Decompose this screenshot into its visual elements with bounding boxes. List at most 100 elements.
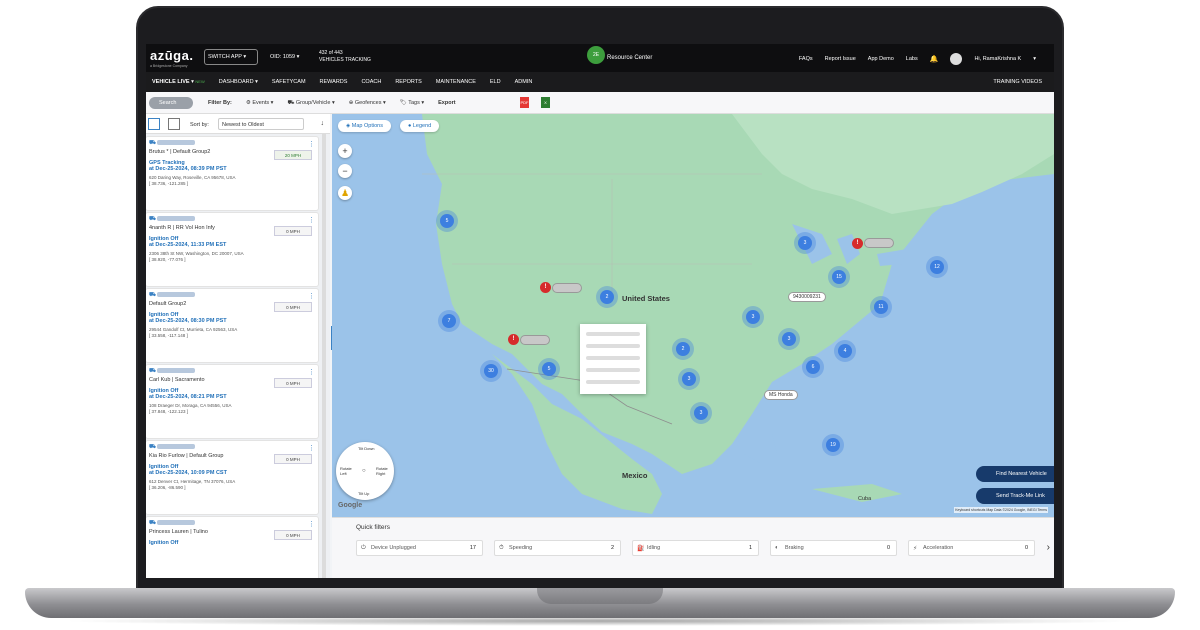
vehicle-name[interactable]: ⛟ — [149, 292, 315, 299]
quick-filter-item[interactable]: ⏻ Device Unplugged 17 — [356, 540, 483, 556]
vehicle-cluster[interactable]: 5 — [440, 214, 454, 228]
nav-admin[interactable]: ADMIN — [515, 79, 533, 85]
vehicle-cluster[interactable]: 4 — [838, 344, 852, 358]
filter-events[interactable]: ⚙ Events ▾ — [246, 100, 274, 107]
vehicle-card[interactable]: ⛟ Kia Rio Furlow | Default Group Ignition… — [146, 441, 318, 514]
vehicle-name[interactable]: ⛟ — [149, 368, 315, 375]
vehicle-card[interactable]: ⛟ Princess Lauren | Tulino Ignition Off 0 … — [146, 517, 318, 578]
notification-bell-icon[interactable]: 🔔 — [930, 55, 939, 63]
vehicle-card[interactable]: ⛟ Default Group2 Ignition Off at Dec-25-20… — [146, 289, 318, 362]
labs-link[interactable]: Labs — [906, 56, 918, 62]
vehicle-card[interactable]: ⛟ 4nanth R | RR Vol Hon Infy Ignition Off… — [146, 213, 318, 286]
export-excel-icon[interactable]: X — [541, 97, 550, 108]
nav-maintenance[interactable]: MAINTENANCE — [436, 79, 476, 85]
more-options-icon[interactable]: ⋮ — [308, 140, 315, 148]
compass-top-label[interactable]: Tilt Down — [358, 446, 375, 451]
vehicle-cluster[interactable]: 12 — [930, 260, 944, 274]
vehicle-name-blurred — [157, 368, 196, 374]
quick-filter-item[interactable]: ⛽ Idling 1 — [632, 540, 759, 556]
vehicle-tag-blurred[interactable] — [864, 238, 894, 248]
more-options-icon[interactable]: ⋮ — [308, 444, 315, 452]
vehicle-name[interactable]: ⛟ — [149, 444, 315, 451]
vehicle-cluster[interactable]: 6 — [806, 360, 820, 374]
quick-filter-item[interactable]: ⏱ Speeding 2 — [494, 540, 621, 556]
send-track-me-link-button[interactable]: Send Track-Me Link — [976, 488, 1054, 504]
vehicle-name[interactable]: ⛟ — [149, 520, 315, 527]
vehicle-cluster[interactable]: 3 — [682, 372, 696, 386]
vehicle-cluster[interactable]: 30 — [484, 364, 498, 378]
search-button[interactable]: Search — [149, 97, 193, 109]
list-view-icon[interactable] — [148, 118, 160, 130]
nav-eld[interactable]: ELD — [490, 79, 501, 85]
more-options-icon[interactable]: ⋮ — [308, 520, 315, 528]
filter-tags[interactable]: 🏷 Tags ▾ — [400, 100, 424, 107]
vehicle-tag[interactable]: MS Honda — [764, 390, 798, 400]
avatar[interactable] — [950, 53, 963, 65]
street-view-icon[interactable]: ♟ — [338, 186, 352, 200]
map-attribution[interactable]: Keyboard shortcuts Map Data ©2024 Google… — [954, 507, 1048, 513]
nav-vehicle-live[interactable]: VEHICLE LIVE ▾ NEW — [152, 79, 205, 85]
faqs-link[interactable]: FAQs — [799, 56, 813, 62]
user-greeting[interactable]: Hi, RamaKrishna K — [974, 56, 1021, 62]
compass-bottom-label[interactable]: Tilt Up — [358, 491, 369, 496]
vehicle-cluster[interactable]: 7 — [442, 314, 456, 328]
quick-filter-item[interactable]: ◐ Braking 0 — [770, 540, 897, 556]
find-nearest-vehicle-button[interactable]: Find Nearest Vehicle — [976, 466, 1054, 482]
sort-direction-icon[interactable]: ↓ — [321, 120, 325, 127]
chevron-right-icon[interactable]: › — [1047, 542, 1050, 553]
training-videos-link[interactable]: TRAINING VIDEOS — [993, 79, 1042, 85]
compass-right-label[interactable]: Rotate Right — [376, 466, 390, 476]
oid-selector[interactable]: OID: 1059 ▾ — [270, 54, 299, 60]
alert-marker-icon[interactable]: ! — [852, 238, 863, 249]
sort-select[interactable]: Newest to Oldest — [218, 118, 304, 130]
vehicle-cluster[interactable]: 3 — [746, 310, 760, 324]
vehicle-cluster[interactable]: 3 — [694, 406, 708, 420]
map-options-button[interactable]: ◈ Map Options — [338, 120, 391, 132]
more-options-icon[interactable]: ⋮ — [308, 292, 315, 300]
map-canvas[interactable]: ◈ Map Options ● Legend + − ♟ 5 3 2 7 30 … — [332, 114, 1054, 517]
zoom-out-button[interactable]: − — [338, 164, 352, 178]
chevron-down-icon[interactable]: ▾ — [1033, 56, 1036, 62]
nav-coach[interactable]: COACH — [361, 79, 381, 85]
vehicle-tag[interactable]: 9430009231 — [788, 292, 826, 302]
zoom-in-button[interactable]: + — [338, 144, 352, 158]
vehicle-cluster[interactable]: 5 — [542, 362, 556, 376]
vehicle-cluster[interactable]: 2 — [676, 342, 690, 356]
list-scrollbar[interactable] — [322, 134, 326, 578]
nav-reports[interactable]: REPORTS — [395, 79, 422, 85]
vehicle-cluster[interactable]: 19 — [826, 438, 840, 452]
more-options-icon[interactable]: ⋮ — [308, 216, 315, 224]
export-pdf-icon[interactable]: PDF — [520, 97, 529, 108]
vehicle-cluster[interactable]: 2 — [600, 290, 614, 304]
vehicle-card[interactable]: ⛟ Brutus * | Default Group2 GPS Tracking a… — [146, 137, 318, 210]
vehicle-popup[interactable] — [580, 324, 646, 394]
report-issue-link[interactable]: Report Issue — [825, 56, 856, 62]
filter-group-vehicle[interactable]: ⛟ Group/Vehicle ▾ — [287, 100, 334, 107]
alert-marker-icon[interactable]: ! — [540, 282, 551, 293]
azuga-logo[interactable]: azūga. — [150, 48, 193, 63]
vehicle-cluster[interactable]: 3 — [782, 332, 796, 346]
vehicle-tag-blurred[interactable] — [552, 283, 582, 293]
more-options-icon[interactable]: ⋮ — [308, 368, 315, 376]
filter-geofences[interactable]: ⊕ Geofences ▾ — [349, 100, 386, 107]
vehicle-name[interactable]: ⛟ — [149, 140, 315, 147]
nav-rewards[interactable]: REWARDS — [320, 79, 348, 85]
vehicle-cluster[interactable]: 15 — [832, 270, 846, 284]
vehicle-cluster[interactable]: 11 — [874, 300, 888, 314]
vehicle-card[interactable]: ⛟ Carl Kub | Sacramento Ignition Off at De… — [146, 365, 318, 438]
app-demo-link[interactable]: App Demo — [868, 56, 894, 62]
quick-filter-item[interactable]: ⚡ Acceleration 0 — [908, 540, 1035, 556]
grid-view-icon[interactable] — [168, 118, 180, 130]
resource-center-link[interactable]: Resource Center — [607, 55, 652, 61]
map-rotate-control[interactable]: Tilt Down Rotate Left Rotate Right Tilt … — [336, 442, 394, 500]
vehicle-tag-blurred[interactable] — [520, 335, 550, 345]
resource-center-icon[interactable]: 2E — [587, 46, 605, 64]
vehicle-cluster[interactable]: 3 — [798, 236, 812, 250]
vehicle-name[interactable]: ⛟ — [149, 216, 315, 223]
switch-app-button[interactable]: SWITCH APP ▾ — [204, 49, 258, 65]
alert-marker-icon[interactable]: ! — [508, 334, 519, 345]
legend-button[interactable]: ● Legend — [400, 120, 440, 132]
compass-left-label[interactable]: Rotate Left — [340, 466, 354, 476]
nav-dashboard[interactable]: DASHBOARD ▾ — [219, 79, 258, 85]
nav-safetycam[interactable]: SAFETYCAM — [272, 79, 306, 85]
